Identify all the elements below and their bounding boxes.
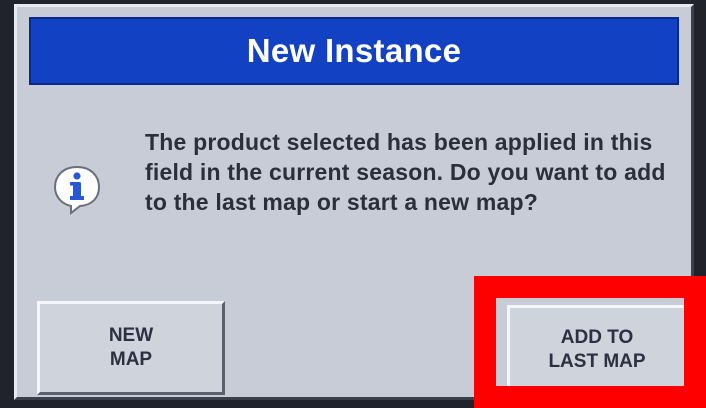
new-instance-dialog: New Instance The product selected has be… xyxy=(14,4,694,400)
new-map-label-line2: MAP xyxy=(109,349,153,370)
add-to-last-map-label-line2: LAST MAP xyxy=(548,351,646,372)
dialog-message: The product selected has been applied in… xyxy=(145,129,666,215)
add-to-last-map-label-line1: ADD TO xyxy=(560,327,634,348)
new-map-label-line1: NEW xyxy=(108,325,154,346)
dialog-title: New Instance xyxy=(246,32,462,69)
new-map-button[interactable]: NEW MAP xyxy=(37,301,225,395)
info-icon xyxy=(53,165,101,215)
add-to-last-map-button[interactable]: ADD TO LAST MAP xyxy=(507,305,687,395)
dialog-title-bar: New Instance xyxy=(29,17,679,85)
